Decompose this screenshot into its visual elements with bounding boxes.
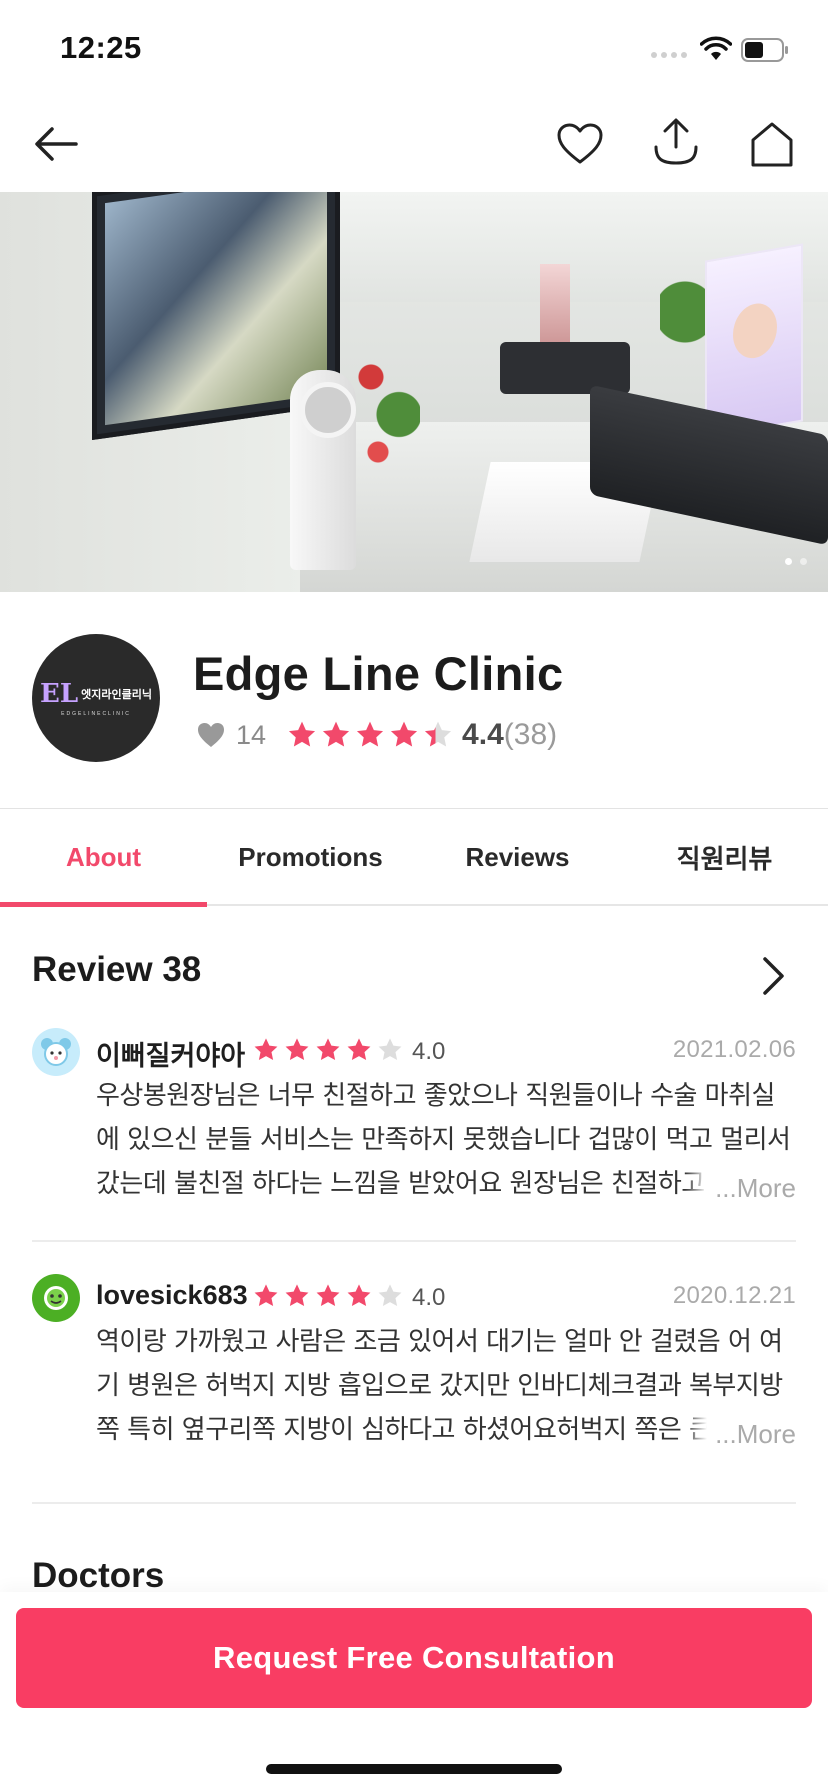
review-item[interactable]: 이뻐질커야아 4.0 2021.02.06 우상봉원장님은 너무 친절하고 좋았…	[32, 1028, 796, 1238]
star-icon	[288, 721, 316, 747]
home-indicator	[266, 1764, 562, 1774]
star-icon	[322, 721, 350, 747]
star-icon	[424, 721, 452, 747]
star-icon	[285, 1038, 309, 1061]
star-icon	[378, 1284, 402, 1307]
review-author: 이뻐질커야아	[96, 1041, 246, 1071]
clinic-rating-count: (38)	[503, 718, 558, 751]
review-more-link[interactable]: ...More	[685, 1166, 796, 1210]
star-icon	[254, 1284, 278, 1307]
status-bar: 12:25	[0, 0, 828, 96]
review-item[interactable]: lovesick683 4.0 2020.12.21 역이랑 가까웠고 사람은 …	[32, 1274, 796, 1484]
divider	[32, 1240, 796, 1242]
clinic-header: EL 엣지라인클리닉 EDGELINECLINIC Edge Line Clin…	[0, 592, 828, 808]
tab-staff-reviews[interactable]: 직원리뷰	[621, 809, 828, 905]
review-score: 4.0	[412, 1284, 446, 1311]
review-star-rating	[252, 1282, 404, 1310]
review-more-link[interactable]: ...More	[685, 1412, 796, 1456]
bottom-action-bar: Request Free Consultation	[0, 1592, 828, 1792]
user-avatar	[32, 1274, 80, 1322]
star-icon	[390, 721, 418, 747]
back-arrow-icon	[35, 127, 78, 161]
clinic-name: Edge Line Clinic	[193, 647, 564, 700]
clinic-meta: 14 4.4 (38)	[196, 715, 557, 755]
top-nav-bar	[0, 96, 828, 192]
review-date: 2020.12.21	[672, 1282, 796, 1309]
likes-heart-icon	[198, 723, 224, 747]
review-body: 역이랑 가까웠고 사람은 조금 있어서 대기는 얼마 안 걸렸음 어 여기 병원…	[96, 1327, 783, 1445]
review-section-title[interactable]: Review 38	[32, 950, 201, 990]
star-icon	[316, 1038, 340, 1061]
request-consultation-button[interactable]: Request Free Consultation	[16, 1608, 812, 1708]
star-icon	[347, 1284, 371, 1307]
clinic-rating: 4.4	[462, 718, 504, 751]
review-score: 4.0	[412, 1038, 446, 1065]
chevron-right-icon[interactable]	[758, 954, 788, 998]
cellular-signal-icon	[651, 52, 687, 58]
frog-avatar-icon	[44, 1286, 68, 1310]
clinic-photo-carousel[interactable]	[0, 192, 828, 592]
user-avatar	[32, 1028, 80, 1076]
review-author: lovesick683	[96, 1280, 248, 1310]
home-button[interactable]	[744, 116, 800, 172]
battery-icon	[741, 38, 788, 62]
clinic-star-rating	[286, 719, 454, 751]
review-star-rating	[252, 1036, 404, 1064]
star-icon	[316, 1284, 340, 1307]
divider	[32, 1502, 796, 1504]
share-icon	[654, 118, 698, 165]
review-date: 2021.02.06	[672, 1036, 796, 1063]
status-time: 12:25	[60, 30, 142, 65]
star-icon	[378, 1038, 402, 1061]
back-button[interactable]	[28, 116, 84, 172]
clinic-logo: EL 엣지라인클리닉 EDGELINECLINIC	[32, 634, 160, 762]
tab-bar: About Promotions Reviews 직원리뷰	[0, 808, 828, 907]
tab-promotions[interactable]: Promotions	[207, 809, 414, 905]
share-button[interactable]	[648, 114, 704, 170]
promo-poster-image	[705, 243, 803, 439]
heart-icon	[557, 123, 603, 164]
carousel-dot	[800, 558, 807, 565]
likes-count: 14	[236, 719, 267, 750]
star-icon	[347, 1038, 371, 1061]
star-icon	[356, 721, 384, 747]
carousel-page-indicator	[785, 558, 807, 565]
home-icon	[751, 122, 793, 167]
favorite-button[interactable]	[552, 116, 608, 172]
tab-about[interactable]: About	[0, 809, 207, 907]
mouse-avatar-icon	[41, 1038, 71, 1066]
doctors-section-title: Doctors	[32, 1556, 165, 1595]
tab-reviews[interactable]: Reviews	[414, 809, 621, 905]
star-icon	[254, 1038, 278, 1061]
wifi-icon	[700, 36, 732, 60]
review-body: 우상봉원장님은 너무 친절하고 좋았으나 직원들이나 수술 마취실에 있으신 분…	[96, 1081, 791, 1199]
star-icon	[285, 1284, 309, 1307]
carousel-dot-active	[785, 558, 792, 565]
